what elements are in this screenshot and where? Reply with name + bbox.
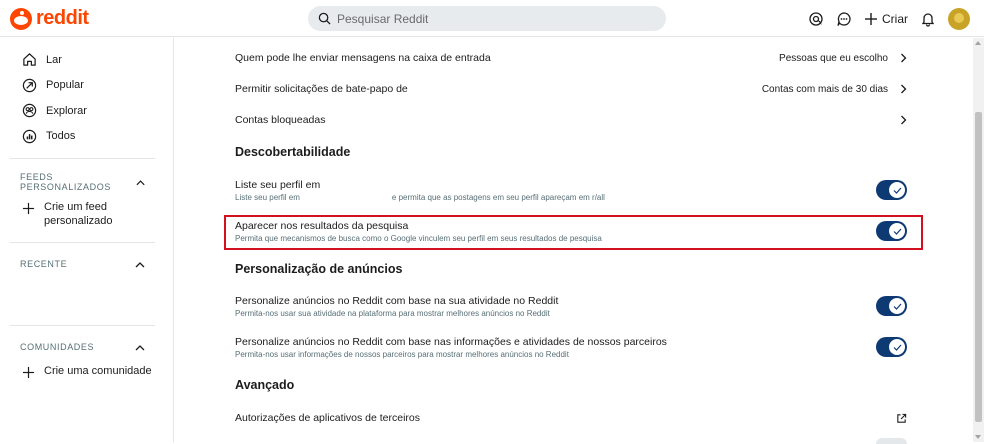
home-icon — [23, 53, 36, 66]
highlight-box — [224, 215, 923, 250]
popular-icon — [22, 78, 37, 92]
ads-partners-toggle[interactable] — [876, 337, 907, 357]
setting-value: Pessoas que eu escolho — [779, 52, 888, 64]
setting-title: Personalize anúncios no Reddit com base … — [235, 294, 559, 307]
setting-title: Quem pode lhe enviar mensagens na caixa … — [235, 52, 491, 64]
section-custom-feeds[interactable]: FEEDS PERSONALIZADOS — [0, 172, 173, 192]
divider — [10, 242, 155, 243]
external-link-icon — [897, 413, 907, 423]
sidebar-item-label: Todos — [46, 130, 76, 143]
bell-icon[interactable] — [920, 11, 936, 27]
ads-activity-toggle[interactable] — [876, 296, 907, 316]
search-bar[interactable] — [308, 6, 666, 31]
plus-icon — [22, 202, 35, 215]
user-avatar[interactable] — [948, 8, 970, 30]
sidebar-item-label: Popular — [46, 79, 84, 92]
setting-ads-activity[interactable]: Personalize anúncios no Reddit com base … — [235, 294, 907, 318]
divider — [10, 325, 155, 326]
section-communities[interactable]: COMUNIDADES — [0, 339, 173, 355]
settings-panel: Quem pode lhe enviar mensagens na caixa … — [175, 38, 973, 444]
partial-toggle[interactable] — [876, 438, 907, 444]
section-title: FEEDS PERSONALIZADOS — [20, 172, 111, 192]
create-community-link[interactable]: Crie uma comunidade — [0, 364, 173, 379]
list-profile-toggle[interactable] — [876, 180, 907, 200]
logo-text: reddit — [36, 7, 89, 29]
setting-subtitle: Permita-nos usar informações de nossos p… — [235, 349, 569, 359]
chevron-right-icon — [901, 115, 907, 125]
divider — [10, 158, 155, 159]
check-icon — [893, 303, 901, 310]
scroll-up-arrow-icon[interactable] — [975, 41, 981, 45]
explore-icon — [22, 104, 37, 118]
setting-third-party-apps[interactable]: Autorizações de aplicativos de terceiros — [235, 410, 907, 426]
setting-title: Autorizações de aplicativos de terceiros — [235, 412, 421, 424]
create-community-label: Crie uma comunidade — [44, 365, 152, 377]
section-title: RECENTE — [20, 259, 68, 269]
search-input[interactable] — [337, 11, 637, 26]
check-icon — [893, 187, 901, 194]
sidebar-item-label: Lar — [46, 53, 62, 66]
create-custom-feed-link[interactable]: Crie um feed personalizado — [0, 200, 173, 228]
setting-title: Personalize anúncios no Reddit com base … — [235, 335, 667, 348]
chat-icon[interactable] — [836, 11, 852, 27]
plus-icon — [22, 366, 35, 379]
setting-list-profile[interactable]: Liste seu perfil em Liste seu perfil em e… — [235, 178, 907, 202]
setting-title: Contas bloqueadas — [235, 114, 326, 126]
create-label: Criar — [882, 12, 908, 26]
setting-subtitle: Liste seu perfil em e permita que as post… — [235, 192, 605, 202]
section-title: COMUNIDADES — [20, 342, 95, 352]
setting-chat-requests[interactable]: Permitir solicitações de bate-papo de Co… — [235, 81, 907, 97]
chevron-right-icon — [901, 84, 907, 94]
sidebar-item-home[interactable]: Lar — [0, 47, 173, 73]
plus-icon — [865, 13, 877, 25]
reddit-logo[interactable]: reddit — [10, 7, 89, 30]
setting-value: Contas com mais de 30 dias — [761, 83, 888, 95]
top-bar: reddit Criar — [0, 0, 984, 37]
chevron-up-icon — [136, 179, 145, 185]
create-feed-label: Crie um feed personalizado — [44, 201, 113, 227]
scroll-down-arrow-icon[interactable] — [975, 435, 981, 439]
sidebar-item-explore[interactable]: Explorar — [0, 98, 173, 124]
setting-subtitle: Permita-nos usar sua atividade na plataf… — [235, 308, 550, 318]
scrollbar[interactable] — [973, 38, 984, 442]
sidebar-item-all[interactable]: Todos — [0, 124, 173, 150]
section-heading-ads: Personalização de anúncios — [235, 262, 403, 276]
setting-blocked-accounts[interactable]: Contas bloqueadas — [235, 112, 907, 128]
section-recent[interactable]: RECENTE — [0, 256, 173, 272]
check-icon — [893, 344, 901, 351]
setting-messages[interactable]: Quem pode lhe enviar mensagens na caixa … — [235, 50, 907, 66]
left-sidebar: Lar Popular Explorar Todos FEEDS PERSONA… — [0, 38, 174, 442]
chevron-up-icon — [135, 344, 145, 350]
reddit-snoo-icon — [10, 7, 32, 30]
chevron-right-icon — [901, 53, 907, 63]
create-button[interactable]: Criar — [864, 12, 908, 26]
setting-title: Permitir solicitações de bate-papo de — [235, 83, 408, 95]
chevron-up-icon — [135, 261, 145, 267]
all-icon — [22, 129, 37, 143]
advertise-icon[interactable] — [808, 11, 824, 27]
sidebar-item-popular[interactable]: Popular — [0, 73, 173, 99]
section-heading-discoverability: Descobertabilidade — [235, 145, 351, 159]
setting-ads-partners[interactable]: Personalize anúncios no Reddit com base … — [235, 335, 907, 359]
sidebar-item-label: Explorar — [46, 104, 87, 117]
section-heading-advanced: Avançado — [235, 378, 295, 392]
setting-title: Liste seu perfil em — [235, 178, 321, 191]
search-icon — [318, 12, 331, 25]
scroll-thumb[interactable] — [975, 112, 982, 422]
